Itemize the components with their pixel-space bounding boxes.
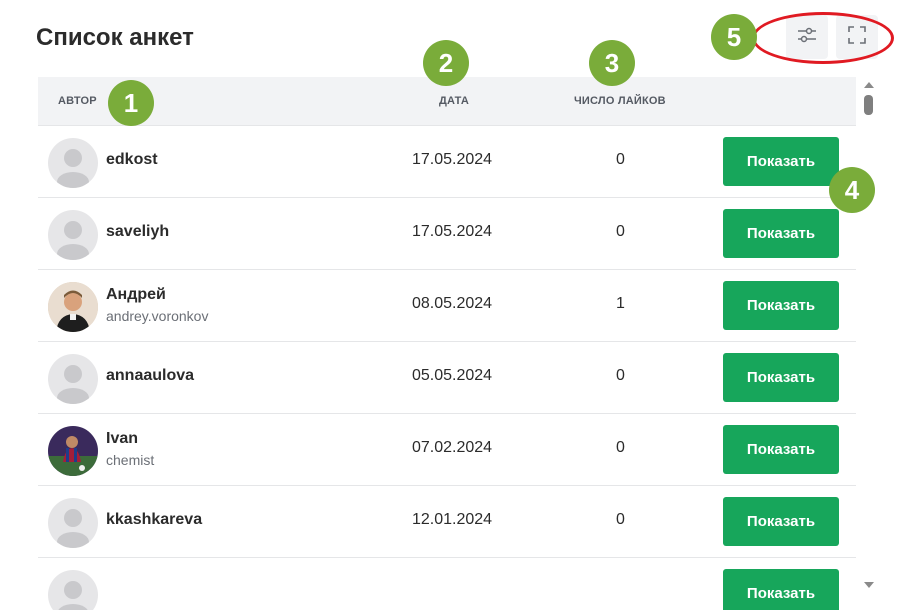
form-date: 08.05.2024 [412, 295, 493, 312]
annotation-badge-4: 4 [829, 167, 875, 213]
annotation-badge-1: 1 [108, 80, 154, 126]
avatar [48, 426, 98, 476]
form-date: 12.01.2024 [412, 511, 493, 528]
page-title: Список анкет [36, 24, 194, 51]
show-button[interactable]: Показать [723, 281, 839, 330]
likes-count: 0 [616, 223, 625, 240]
author-name: kkashkareva [106, 511, 203, 528]
form-date: 05.05.2024 [412, 367, 493, 384]
column-date: ДАТА [439, 95, 470, 107]
author-login: chemist [106, 452, 155, 468]
annotation-badge-5: 5 [711, 14, 757, 60]
column-author: АВТОР [58, 95, 97, 107]
avatar [48, 354, 98, 404]
author-login: andrey.voronkov [106, 308, 209, 324]
highlight-oval [752, 12, 894, 64]
author-name: annaaulova [106, 367, 195, 384]
show-button[interactable]: Показать [723, 209, 839, 258]
author-name: Андрей [106, 286, 166, 303]
scroll-down-arrow[interactable] [864, 582, 874, 588]
likes-count: 0 [616, 151, 625, 168]
scroll-thumb[interactable] [864, 95, 873, 115]
show-button[interactable]: Показать [723, 353, 839, 402]
author-name: saveliyh [106, 223, 170, 240]
avatar [48, 138, 98, 188]
annotation-badge-3: 3 [589, 40, 635, 86]
form-date: 17.05.2024 [412, 151, 493, 168]
avatar [48, 498, 98, 548]
avatar [48, 282, 98, 332]
table-row: Показать [38, 557, 856, 610]
likes-count: 0 [616, 439, 625, 456]
forms-table: АВТОР ДАТА ЧИСЛО ЛАЙКОВ edkost 17.05.202… [38, 77, 856, 610]
table-row: kkashkareva 12.01.2024 0 Показать [38, 485, 856, 557]
author-name: Ivan [106, 430, 139, 447]
table-row: Андрей andrey.voronkov 08.05.2024 1 Пока… [38, 269, 856, 341]
table-row: annaaulova 05.05.2024 0 Показать [38, 341, 856, 413]
table-row: saveliyh 17.05.2024 0 Показать [38, 197, 856, 269]
scroll-up-arrow[interactable] [864, 82, 874, 88]
table-row: edkost 17.05.2024 0 Показать [38, 125, 856, 197]
form-date: 07.02.2024 [412, 439, 493, 456]
avatar [48, 570, 98, 610]
likes-count: 0 [616, 511, 625, 528]
column-likes: ЧИСЛО ЛАЙКОВ [574, 95, 666, 107]
form-date: 17.05.2024 [412, 223, 493, 240]
likes-count: 1 [616, 295, 625, 312]
avatar [48, 210, 98, 260]
table-row: Ivan chemist 07.02.2024 0 Показать [38, 413, 856, 485]
show-button[interactable]: Показать [723, 497, 839, 546]
show-button[interactable]: Показать [723, 425, 839, 474]
show-button[interactable]: Показать [723, 137, 839, 186]
author-name: edkost [106, 151, 158, 168]
show-button[interactable]: Показать [723, 569, 839, 610]
likes-count: 0 [616, 367, 625, 384]
annotation-badge-2: 2 [423, 40, 469, 86]
scrollbar[interactable] [860, 78, 878, 588]
